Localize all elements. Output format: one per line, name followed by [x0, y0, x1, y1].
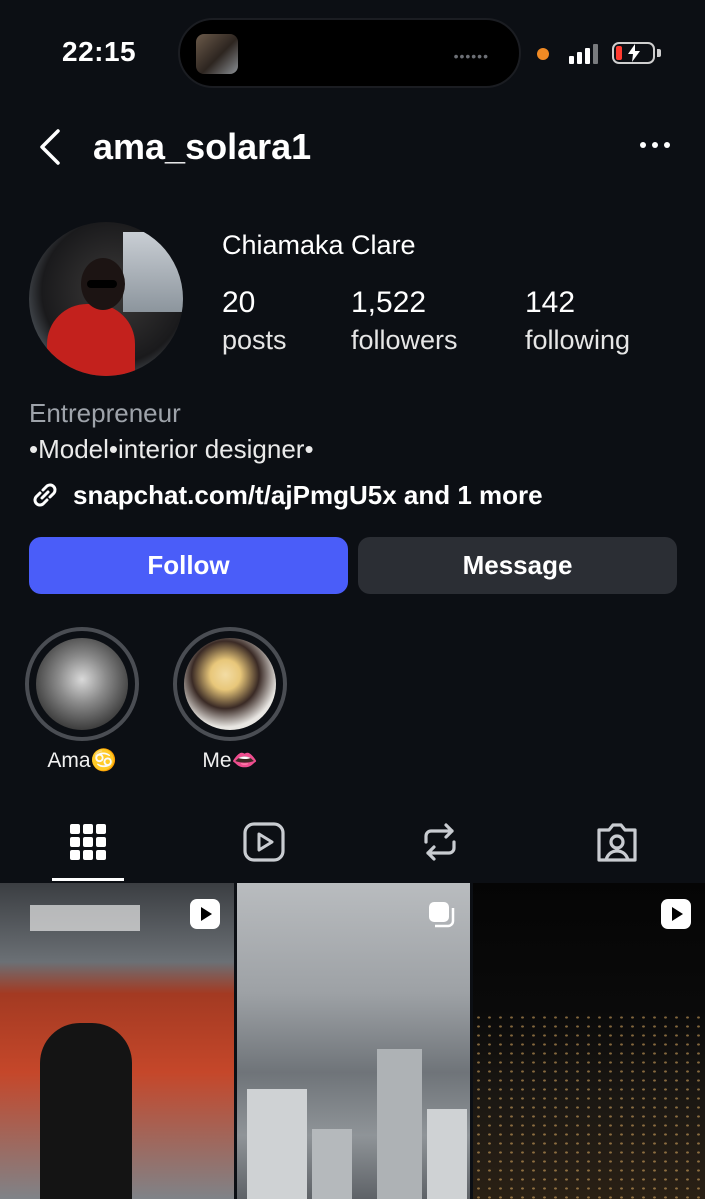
back-icon[interactable]	[36, 127, 64, 167]
tab-posts-grid[interactable]	[66, 820, 110, 864]
profile-full-name: Chiamaka Clare	[222, 230, 416, 260]
mic-indicator-icon	[537, 48, 549, 60]
highlight-ama[interactable]: Ama♋️	[25, 627, 139, 773]
highlight-me[interactable]: Me👄	[173, 627, 287, 773]
highlight-ring	[25, 627, 139, 741]
live-activity-thumbnail	[196, 34, 238, 74]
stat-value: 20	[222, 286, 256, 319]
stat-following[interactable]: 142 following	[525, 286, 630, 360]
tab-reposts[interactable]	[418, 820, 462, 864]
highlight-label: Me👄	[202, 749, 258, 772]
stat-label: followers	[351, 325, 458, 355]
battery-icon	[612, 40, 662, 66]
tab-tagged[interactable]	[595, 820, 639, 864]
island-indicator: ••••••	[453, 48, 489, 64]
stat-label: posts	[222, 325, 287, 355]
profile-link[interactable]: snapchat.com/t/ajPmgU5x and 1 more	[29, 478, 543, 512]
reel-icon	[190, 899, 220, 929]
message-button[interactable]: Message	[358, 537, 677, 594]
profile-bio: •Model•interior designer•	[29, 434, 314, 464]
status-bar: 22:15 ••••••	[0, 0, 705, 100]
profile-avatar[interactable]	[29, 222, 183, 376]
highlight-cover	[36, 638, 128, 730]
carousel-icon	[426, 899, 456, 929]
tab-reels[interactable]	[242, 820, 286, 864]
highlight-cover	[184, 638, 276, 730]
highlight-label: Ama♋️	[47, 749, 117, 772]
active-tab-indicator	[52, 878, 124, 881]
profile-link-text[interactable]: snapchat.com/t/ajPmgU5x and 1 more	[73, 480, 543, 511]
profile-category: Entrepreneur	[29, 398, 181, 428]
reposts-icon	[424, 823, 456, 861]
status-time: 22:15	[62, 36, 137, 67]
profile-username: ama_solara1	[93, 126, 312, 167]
stat-value: 1,522	[351, 286, 427, 319]
stat-label: following	[525, 325, 631, 355]
link-icon	[33, 483, 57, 507]
follow-button[interactable]: Follow	[29, 537, 348, 594]
grid-post-1[interactable]	[0, 883, 234, 1199]
grid-icon	[70, 824, 106, 860]
reel-icon	[661, 899, 691, 929]
grid-post-2[interactable]	[237, 883, 470, 1199]
signal-icon	[569, 42, 603, 64]
dynamic-island[interactable]: ••••••	[178, 18, 521, 88]
highlight-ring	[173, 627, 287, 741]
tagged-icon	[597, 823, 637, 862]
stat-value: 142	[525, 286, 576, 319]
stat-posts[interactable]: 20 posts	[222, 286, 287, 360]
reels-icon	[243, 822, 285, 862]
grid-post-3[interactable]	[473, 883, 705, 1199]
more-options-icon[interactable]	[638, 140, 672, 152]
stat-followers[interactable]: 1,522 followers	[351, 286, 458, 360]
